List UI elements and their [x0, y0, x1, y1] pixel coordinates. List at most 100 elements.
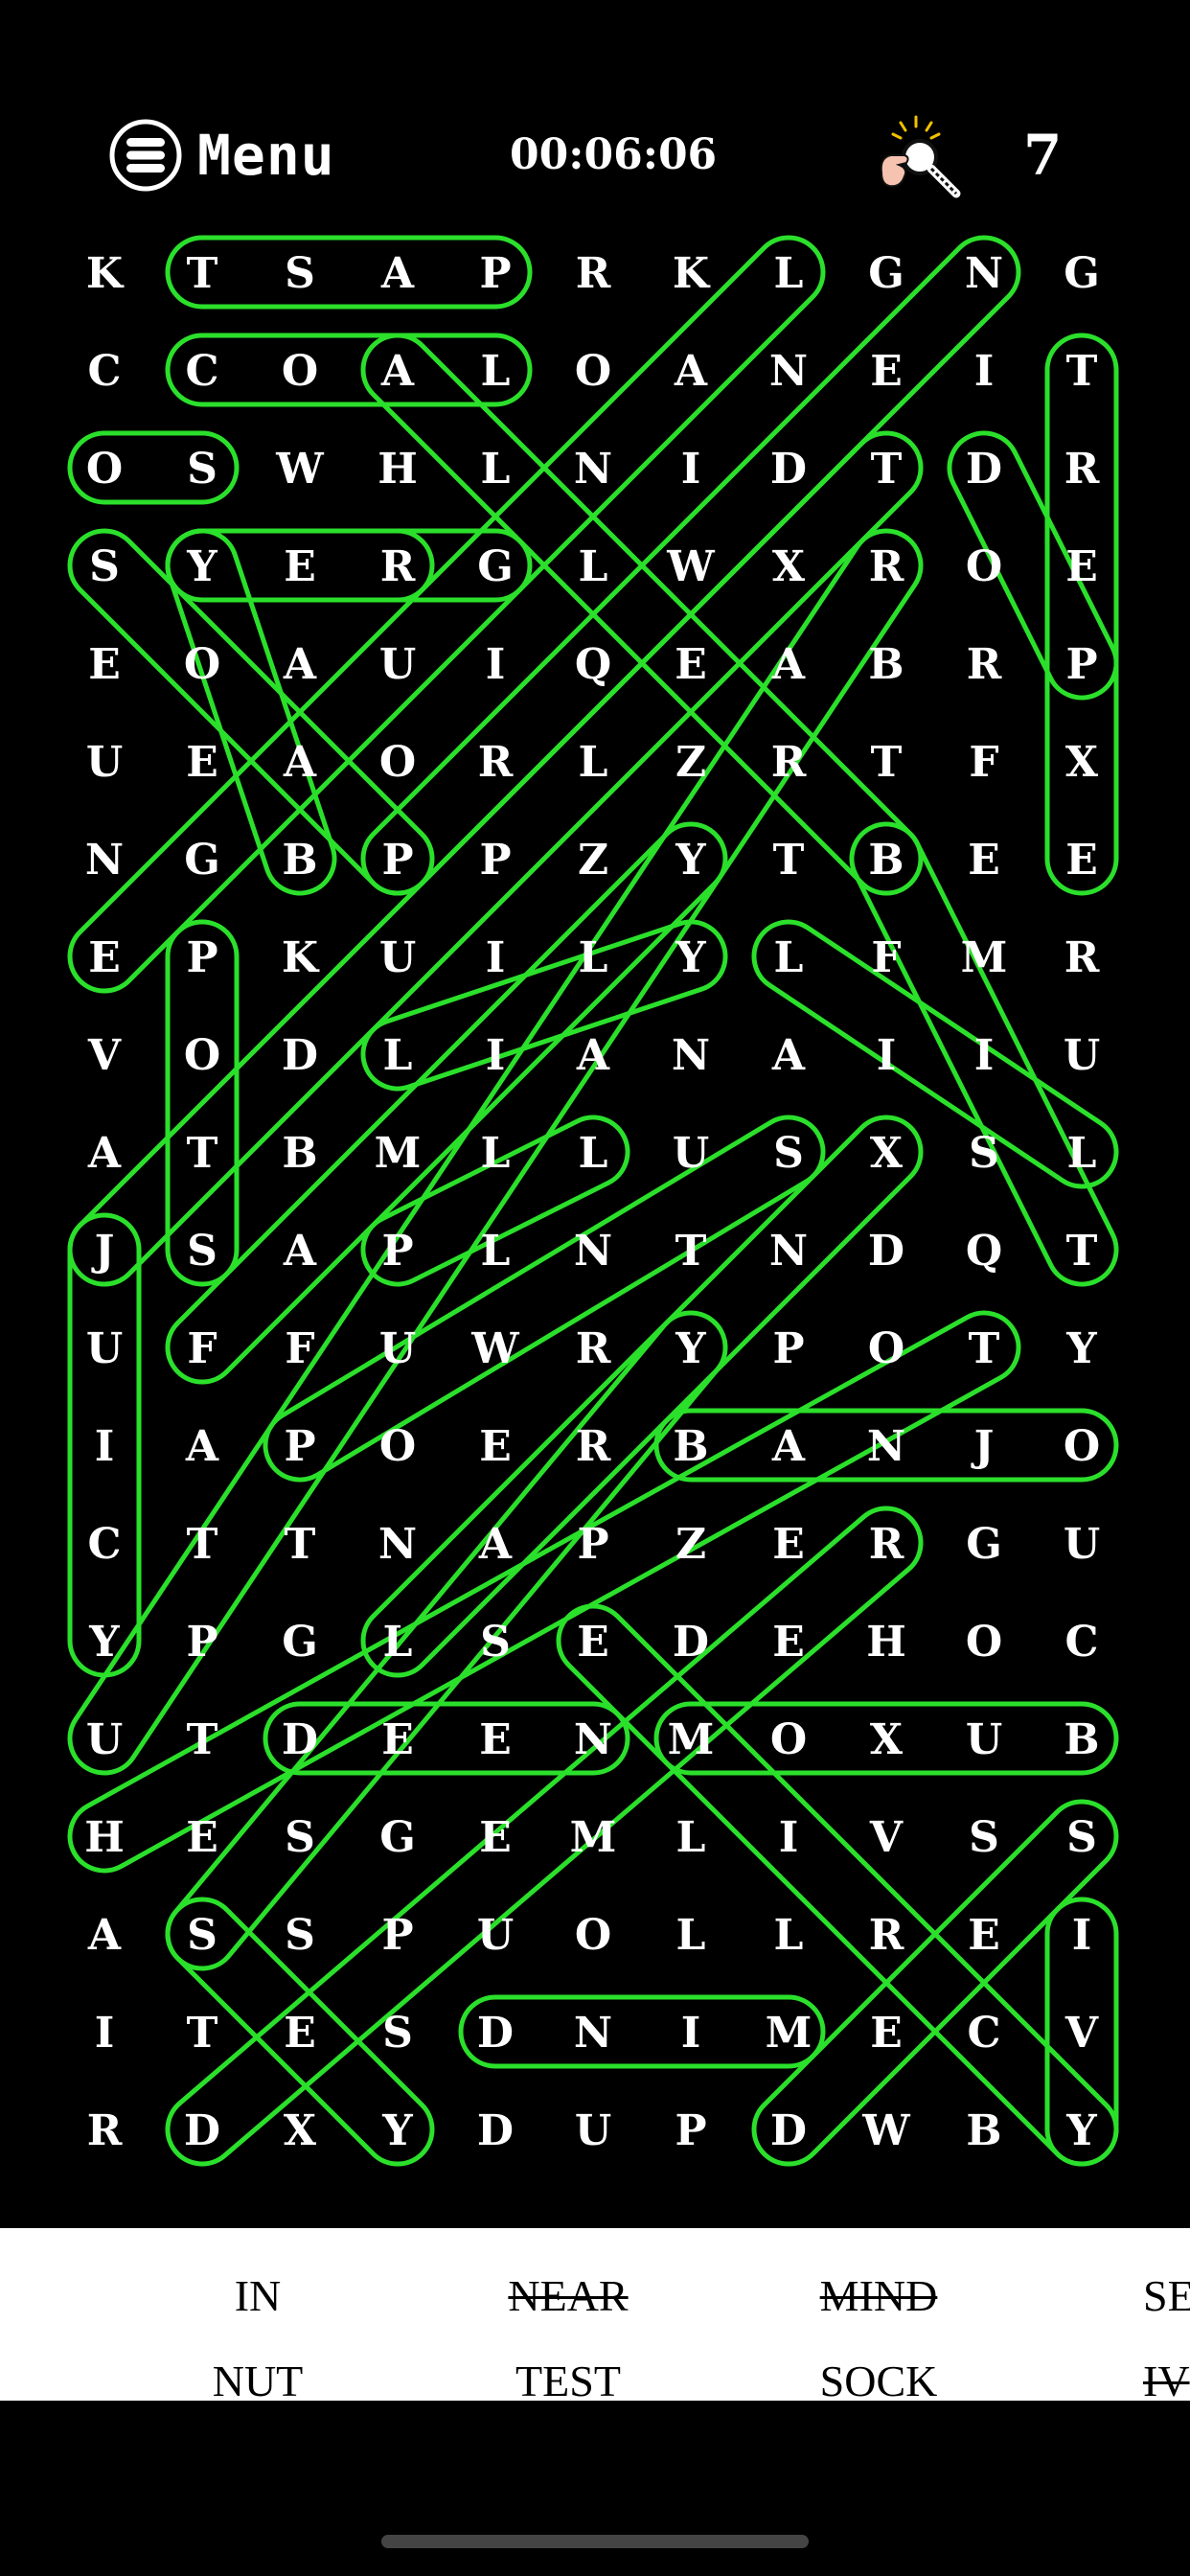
- grid-letter[interactable]: I: [95, 1422, 115, 1471]
- grid-letter[interactable]: N: [867, 1422, 905, 1471]
- grid-letter[interactable]: A: [771, 640, 806, 689]
- grid-letter[interactable]: F: [187, 1324, 217, 1373]
- grid-letter[interactable]: K: [673, 249, 711, 298]
- grid-letter[interactable]: D: [673, 1618, 709, 1667]
- grid-letter[interactable]: S: [1066, 1813, 1097, 1862]
- grid-letter[interactable]: E: [577, 1618, 609, 1667]
- grid-letter[interactable]: K: [282, 933, 320, 982]
- grid-letter[interactable]: L: [481, 1227, 511, 1276]
- grid-letter[interactable]: Y: [186, 542, 217, 591]
- grid-letter[interactable]: I: [486, 933, 506, 982]
- grid-letter[interactable]: V: [1064, 2009, 1099, 2058]
- grid-letter[interactable]: L: [774, 249, 804, 298]
- grid-letter[interactable]: O: [575, 347, 611, 396]
- grid-letter[interactable]: N: [965, 249, 1003, 298]
- grid-letter[interactable]: I: [974, 1031, 995, 1080]
- grid-letter[interactable]: O: [282, 347, 318, 396]
- grid-letter[interactable]: I: [681, 2009, 701, 2058]
- grid-letter[interactable]: U: [575, 2106, 611, 2155]
- grid-letter[interactable]: E: [1065, 542, 1098, 591]
- grid-letter[interactable]: A: [771, 1031, 806, 1080]
- grid-letter[interactable]: N: [574, 1227, 612, 1276]
- grid-letter[interactable]: D: [282, 1715, 318, 1764]
- grid-letter[interactable]: X: [284, 2106, 317, 2155]
- grid-letter[interactable]: L: [579, 738, 608, 787]
- grid-letter[interactable]: Y: [675, 1324, 706, 1373]
- grid-letter[interactable]: Q: [575, 640, 611, 689]
- grid-letter[interactable]: L: [579, 1129, 608, 1178]
- grid-letter[interactable]: Z: [675, 1520, 706, 1569]
- grid-letter[interactable]: E: [381, 1715, 414, 1764]
- grid-letter[interactable]: I: [1072, 1911, 1092, 1960]
- grid-letter[interactable]: P: [381, 1911, 413, 1960]
- grid-letter[interactable]: T: [969, 1324, 1000, 1373]
- grid-letter[interactable]: E: [772, 1520, 805, 1569]
- grid-letter[interactable]: V: [869, 1813, 904, 1862]
- grid-letter[interactable]: B: [966, 2106, 1001, 2155]
- grid-letter[interactable]: A: [283, 738, 317, 787]
- grid-letter[interactable]: N: [769, 1227, 808, 1276]
- grid-letter[interactable]: O: [966, 1618, 1002, 1667]
- grid-letter[interactable]: M: [375, 1129, 422, 1178]
- grid-letter[interactable]: D: [282, 1031, 318, 1080]
- grid-letter[interactable]: E: [284, 2009, 316, 2058]
- grid-letter[interactable]: F: [969, 738, 998, 787]
- grid-letter[interactable]: S: [187, 1911, 217, 1960]
- grid-letter[interactable]: U: [966, 1715, 1002, 1764]
- grid-letter[interactable]: T: [871, 445, 903, 494]
- grid-letter[interactable]: C: [87, 1520, 121, 1569]
- grid-letter[interactable]: L: [383, 1031, 413, 1080]
- grid-letter[interactable]: R: [380, 542, 416, 591]
- grid-letter[interactable]: E: [186, 738, 218, 787]
- grid-letter[interactable]: P: [675, 2106, 706, 2155]
- grid-letter[interactable]: R: [869, 1911, 904, 1960]
- grid-letter[interactable]: G: [379, 1813, 416, 1862]
- grid-letter[interactable]: U: [86, 1324, 123, 1373]
- grid-letter[interactable]: T: [187, 2009, 218, 2058]
- grid-letter[interactable]: I: [486, 1031, 506, 1080]
- grid-letter[interactable]: B: [673, 1422, 708, 1471]
- grid-letter[interactable]: A: [185, 1422, 219, 1471]
- grid-letter[interactable]: U: [1064, 1520, 1100, 1569]
- grid-letter[interactable]: G: [868, 249, 904, 298]
- grid-letter[interactable]: P: [381, 1227, 413, 1276]
- grid-letter[interactable]: U: [86, 1715, 123, 1764]
- grid-letter[interactable]: T: [187, 1520, 218, 1569]
- grid-letter[interactable]: T: [871, 738, 903, 787]
- grid-letter[interactable]: N: [574, 1715, 612, 1764]
- grid-letter[interactable]: R: [771, 738, 807, 787]
- grid-letter[interactable]: E: [772, 1618, 805, 1667]
- grid-letter[interactable]: T: [187, 1715, 218, 1764]
- grid-letter[interactable]: G: [1064, 249, 1100, 298]
- grid-letter[interactable]: L: [1067, 1129, 1097, 1178]
- grid-letter[interactable]: Y: [1065, 2106, 1097, 2155]
- grid-letter[interactable]: X: [772, 542, 806, 591]
- grid-letter[interactable]: B: [868, 640, 904, 689]
- grid-letter[interactable]: N: [672, 1031, 710, 1080]
- grid-letter[interactable]: Q: [966, 1227, 1002, 1276]
- grid-letter[interactable]: A: [380, 347, 415, 396]
- grid-letter[interactable]: E: [479, 1715, 512, 1764]
- grid-letter[interactable]: T: [675, 1227, 707, 1276]
- grid-letter[interactable]: Y: [381, 2106, 413, 2155]
- grid-letter[interactable]: B: [282, 836, 317, 885]
- grid-letter[interactable]: P: [186, 1618, 217, 1667]
- grid-letter[interactable]: P: [186, 933, 217, 982]
- grid-letter[interactable]: B: [1064, 1715, 1099, 1764]
- grid-letter[interactable]: Y: [675, 836, 706, 885]
- grid-letter[interactable]: W: [470, 1324, 519, 1373]
- grid-letter[interactable]: L: [676, 1813, 706, 1862]
- grid-letter[interactable]: O: [770, 1715, 807, 1764]
- grid-letter[interactable]: S: [285, 1813, 315, 1862]
- grid-letter[interactable]: C: [967, 2009, 1000, 2058]
- grid-letter[interactable]: R: [87, 2106, 123, 2155]
- grid-letter[interactable]: R: [869, 542, 904, 591]
- grid-letter[interactable]: D: [770, 445, 807, 494]
- grid-letter[interactable]: S: [969, 1129, 999, 1178]
- grid-letter[interactable]: K: [86, 249, 125, 298]
- grid-letter[interactable]: H: [378, 445, 418, 494]
- grid-letter[interactable]: E: [675, 640, 707, 689]
- grid-letter[interactable]: R: [576, 1324, 611, 1373]
- grid-letter[interactable]: P: [479, 249, 511, 298]
- grid-letter[interactable]: E: [479, 1422, 512, 1471]
